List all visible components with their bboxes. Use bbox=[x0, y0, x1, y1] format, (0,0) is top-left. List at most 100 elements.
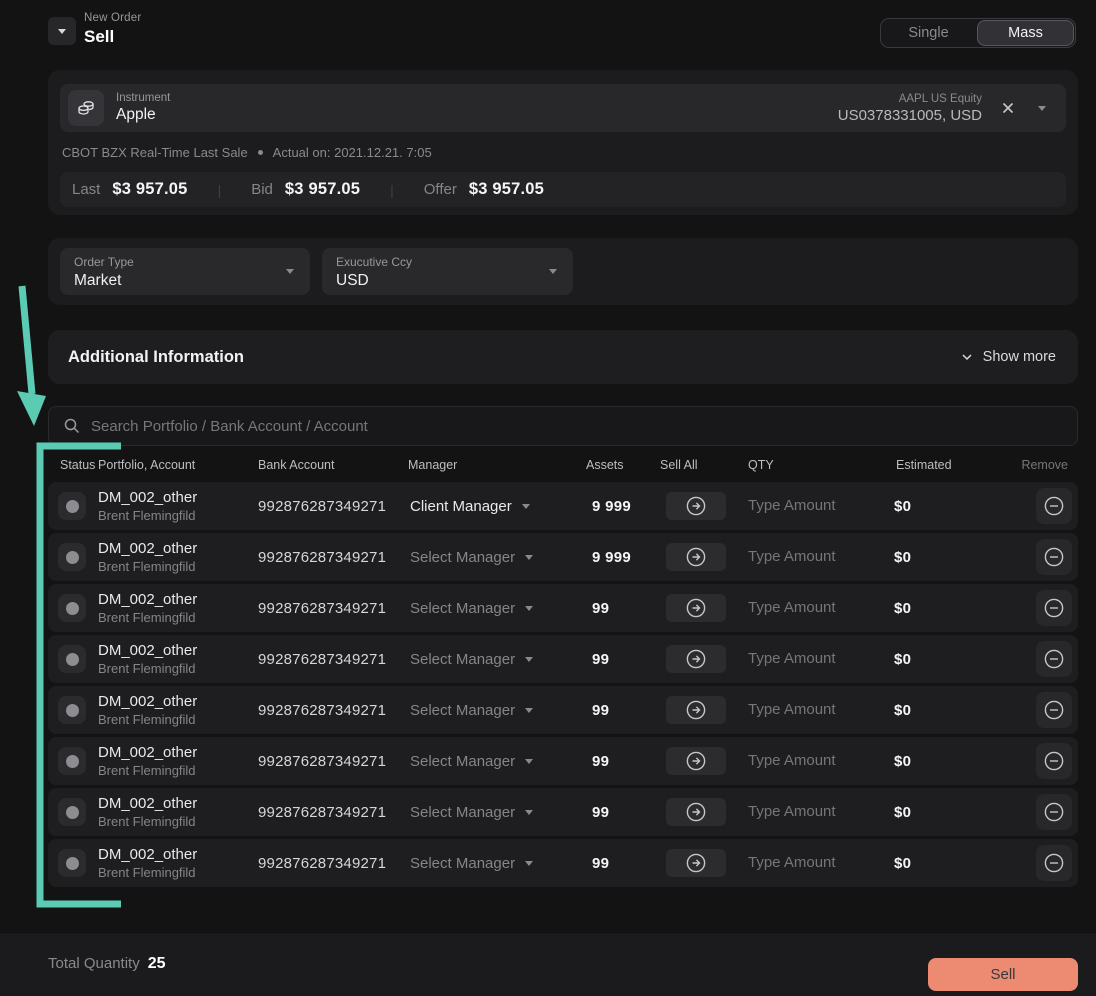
assets-value: 9 999 bbox=[586, 498, 660, 515]
toggle-mass-button[interactable]: Mass bbox=[977, 20, 1074, 46]
manager-select[interactable]: Select Manager bbox=[408, 702, 586, 719]
col-estimated: Estimated bbox=[894, 458, 1014, 472]
remove-button[interactable] bbox=[1036, 794, 1072, 830]
remove-button[interactable] bbox=[1036, 590, 1072, 626]
manager-select[interactable]: Client Manager bbox=[408, 498, 586, 515]
circle-arrow-right-icon bbox=[685, 597, 707, 619]
portfolio-owner: Brent Flemingfild bbox=[98, 661, 258, 676]
remove-button[interactable] bbox=[1036, 488, 1072, 524]
total-quantity-value: 25 bbox=[148, 955, 166, 973]
col-remove: Remove bbox=[1014, 458, 1078, 472]
bid-value: $3 957.05 bbox=[285, 180, 360, 199]
sell-all-button[interactable] bbox=[666, 696, 726, 724]
instrument-label: Instrument bbox=[116, 92, 170, 104]
offer-price: Offer $3 957.05 bbox=[424, 180, 544, 199]
remove-button[interactable] bbox=[1036, 845, 1072, 881]
col-assets: Assets bbox=[586, 458, 660, 472]
status-indicator bbox=[58, 594, 86, 622]
total-quantity-label: Total Quantity bbox=[48, 955, 140, 972]
show-more-button[interactable]: Show more bbox=[960, 349, 1056, 365]
sell-all-button[interactable] bbox=[666, 798, 726, 826]
qty-input[interactable] bbox=[748, 854, 878, 871]
assets-value: 99 bbox=[586, 651, 660, 668]
sell-all-cell bbox=[660, 849, 748, 877]
status-cell bbox=[48, 492, 98, 520]
executive-ccy-select[interactable]: Exucutive Ccy USD bbox=[322, 248, 573, 295]
remove-button[interactable] bbox=[1036, 692, 1072, 728]
toggle-single-button[interactable]: Single bbox=[881, 19, 976, 47]
search-icon bbox=[63, 417, 81, 435]
manager-value: Select Manager bbox=[410, 804, 515, 821]
order-side-dropdown-button[interactable] bbox=[48, 17, 76, 45]
bank-account-value: 992876287349271 bbox=[258, 855, 408, 872]
qty-input[interactable] bbox=[748, 599, 878, 616]
sell-all-cell bbox=[660, 594, 748, 622]
portfolio-cell: DM_002_other Brent Flemingfild bbox=[98, 642, 258, 676]
sell-all-button[interactable] bbox=[666, 492, 726, 520]
table-body: DM_002_other Brent Flemingfild 992876287… bbox=[48, 482, 1078, 890]
sell-all-cell bbox=[660, 747, 748, 775]
circle-arrow-right-icon bbox=[685, 750, 707, 772]
new-order-label: New Order bbox=[84, 12, 141, 24]
circle-arrow-right-icon bbox=[685, 495, 707, 517]
sell-all-button[interactable] bbox=[666, 594, 726, 622]
status-indicator bbox=[58, 696, 86, 724]
circle-arrow-right-icon bbox=[685, 699, 707, 721]
sell-all-button[interactable] bbox=[666, 747, 726, 775]
qty-input[interactable] bbox=[748, 701, 878, 718]
remove-cell bbox=[1014, 590, 1078, 626]
circle-minus-icon bbox=[1043, 597, 1065, 619]
sell-all-button[interactable] bbox=[666, 543, 726, 571]
remove-button[interactable] bbox=[1036, 641, 1072, 677]
instrument-card: Instrument Apple AAPL US Equity US037833… bbox=[48, 70, 1078, 215]
manager-select[interactable]: Select Manager bbox=[408, 600, 586, 617]
sell-all-button[interactable] bbox=[666, 645, 726, 673]
chevron-down-icon bbox=[522, 504, 530, 509]
chevron-down-icon bbox=[960, 350, 974, 364]
remove-button[interactable] bbox=[1036, 539, 1072, 575]
qty-cell bbox=[748, 854, 894, 872]
status-dot-icon bbox=[66, 653, 79, 666]
instrument-select-field[interactable]: Instrument Apple AAPL US Equity US037833… bbox=[60, 84, 1066, 132]
search-input[interactable] bbox=[91, 418, 1077, 435]
table-row: DM_002_other Brent Flemingfild 992876287… bbox=[48, 839, 1078, 887]
portfolio-name: DM_002_other bbox=[98, 846, 258, 863]
manager-select[interactable]: Select Manager bbox=[408, 651, 586, 668]
status-cell bbox=[48, 849, 98, 877]
remove-button[interactable] bbox=[1036, 743, 1072, 779]
status-indicator bbox=[58, 492, 86, 520]
instrument-clear-button[interactable] bbox=[1000, 100, 1016, 116]
portfolio-cell: DM_002_other Brent Flemingfild bbox=[98, 540, 258, 574]
instrument-icon-box bbox=[68, 90, 104, 126]
qty-input[interactable] bbox=[748, 650, 878, 667]
table-row: DM_002_other Brent Flemingfild 992876287… bbox=[48, 686, 1078, 734]
order-type-select[interactable]: Order Type Market bbox=[60, 248, 310, 295]
estimated-value: $0 bbox=[894, 702, 1014, 719]
footer-bar: Total Quantity 25 Sell bbox=[0, 932, 1096, 996]
circle-minus-icon bbox=[1043, 852, 1065, 874]
bid-label: Bid bbox=[251, 181, 273, 198]
status-dot-icon bbox=[66, 551, 79, 564]
estimated-value: $0 bbox=[894, 549, 1014, 566]
manager-value: Select Manager bbox=[410, 549, 515, 566]
portfolio-name: DM_002_other bbox=[98, 642, 258, 659]
order-type-label: Order Type bbox=[74, 255, 296, 269]
manager-select[interactable]: Select Manager bbox=[408, 804, 586, 821]
manager-select[interactable]: Select Manager bbox=[408, 549, 586, 566]
manager-select[interactable]: Select Manager bbox=[408, 753, 586, 770]
circle-minus-icon bbox=[1043, 495, 1065, 517]
manager-select[interactable]: Select Manager bbox=[408, 855, 586, 872]
qty-input[interactable] bbox=[748, 497, 878, 514]
instrument-name: Apple bbox=[116, 106, 170, 124]
sell-submit-button[interactable]: Sell bbox=[928, 958, 1078, 991]
close-icon bbox=[1000, 100, 1016, 116]
chevron-down-icon bbox=[525, 606, 533, 611]
sell-all-button[interactable] bbox=[666, 849, 726, 877]
portfolio-cell: DM_002_other Brent Flemingfild bbox=[98, 846, 258, 880]
qty-input[interactable] bbox=[748, 803, 878, 820]
circle-minus-icon bbox=[1043, 750, 1065, 772]
instrument-dropdown-button[interactable] bbox=[1038, 106, 1046, 111]
qty-input[interactable] bbox=[748, 548, 878, 565]
qty-input[interactable] bbox=[748, 752, 878, 769]
last-value: $3 957.05 bbox=[112, 180, 187, 199]
